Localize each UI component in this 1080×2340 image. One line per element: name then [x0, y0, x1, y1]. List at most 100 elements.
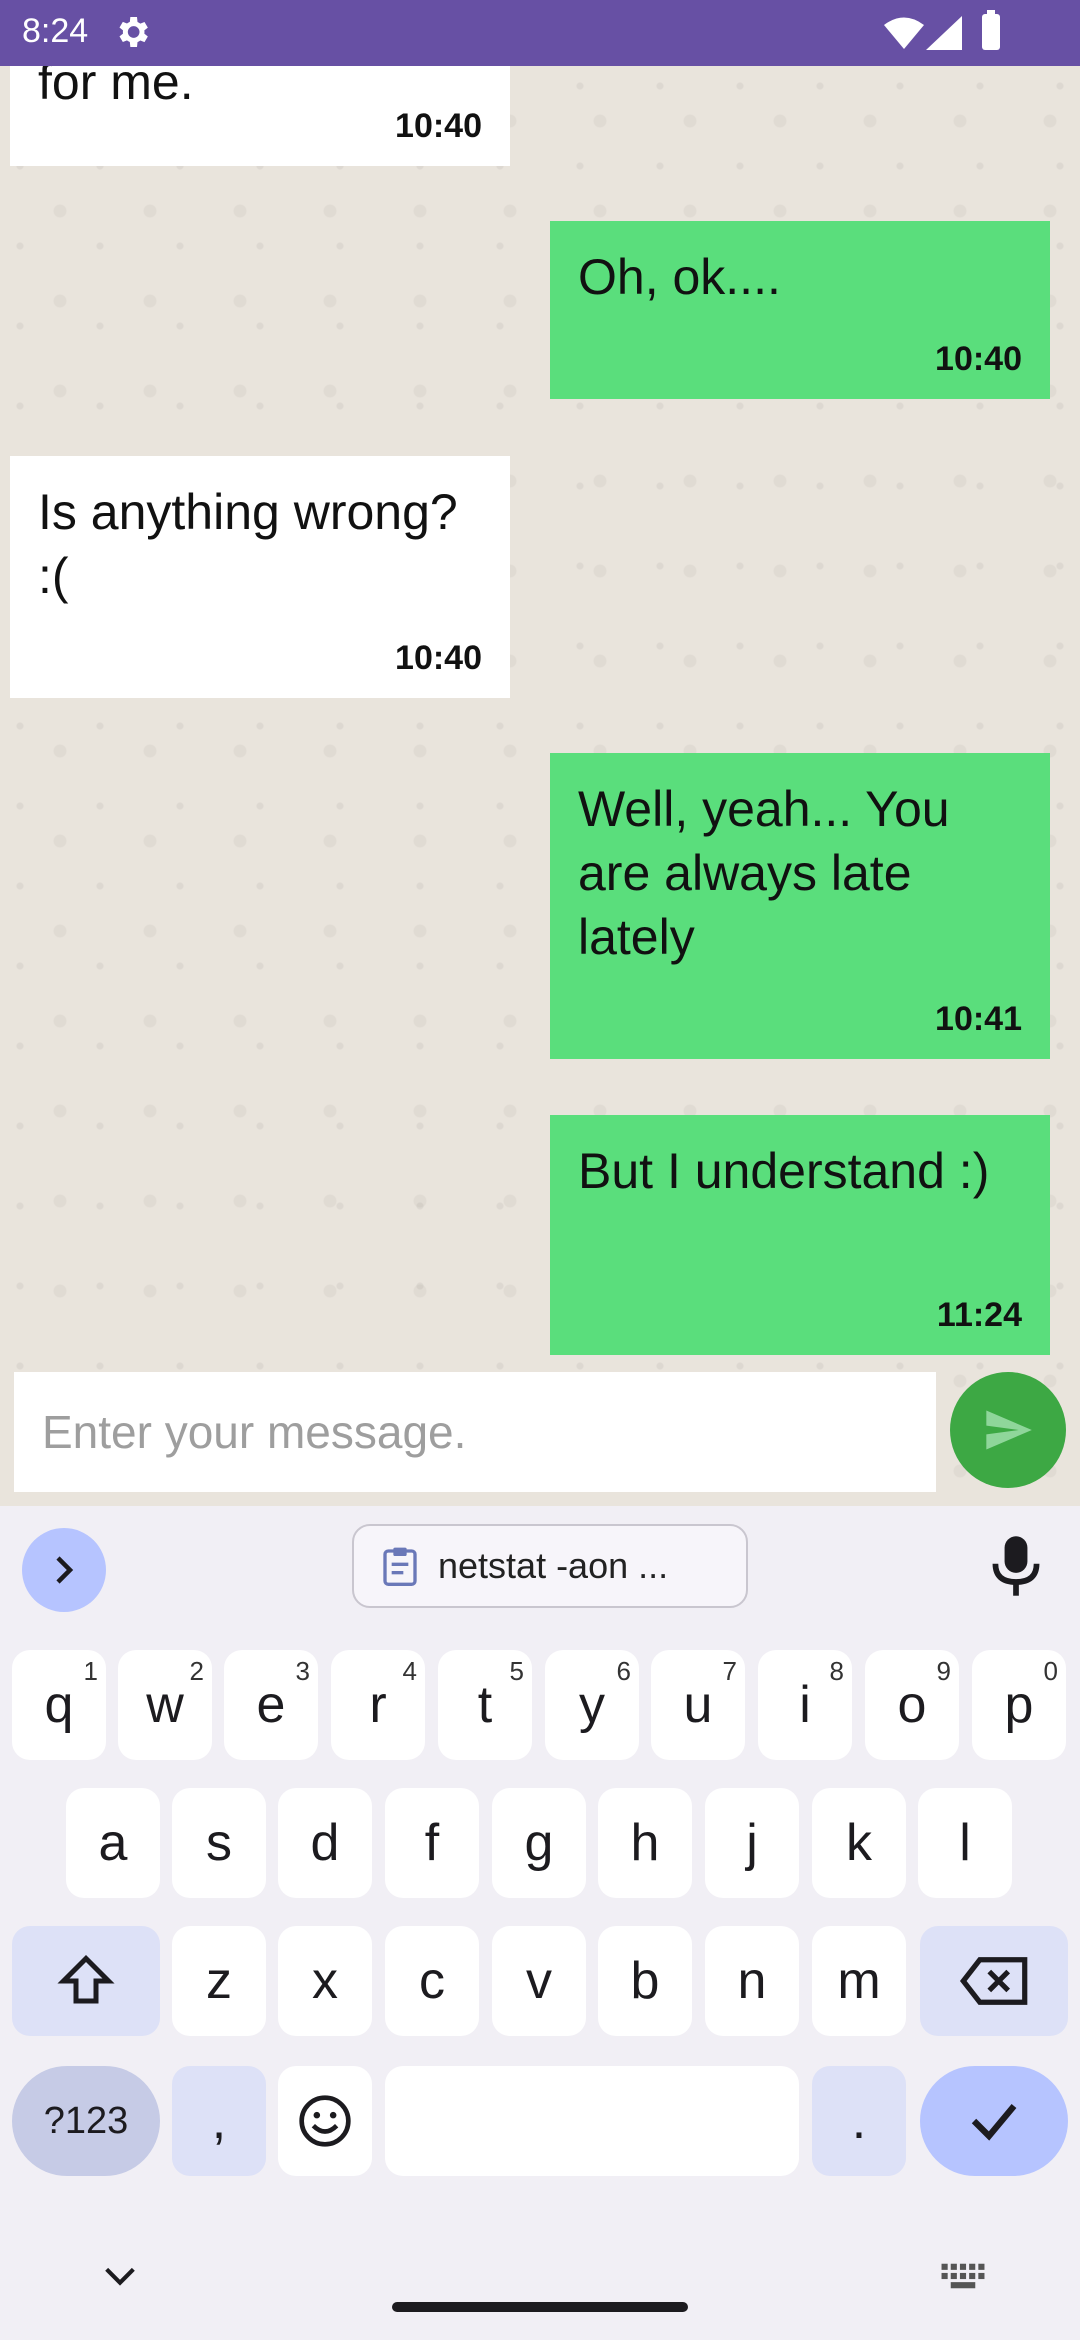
clipboard-suggestion[interactable]: netstat -aon ...: [352, 1524, 748, 1608]
key-label: g: [524, 1814, 554, 1872]
key-f[interactable]: f: [385, 1788, 479, 1898]
key-hint: 5: [509, 1656, 524, 1686]
key-a[interactable]: a: [66, 1788, 160, 1898]
checkmark-icon: [971, 2103, 1017, 2141]
key-k[interactable]: k: [812, 1788, 906, 1898]
microphone-icon[interactable]: [988, 1534, 1044, 1598]
settings-gear-icon: [119, 17, 148, 47]
message-time: 10:40: [395, 639, 482, 677]
period-key[interactable]: .: [812, 2066, 906, 2176]
shift-icon: [57, 1954, 115, 2004]
message-text: Oh, ok....: [578, 249, 781, 305]
key-label: u: [683, 1676, 713, 1734]
key-d[interactable]: d: [278, 1788, 372, 1898]
send-button[interactable]: [950, 1372, 1066, 1488]
key-g[interactable]: g: [492, 1788, 586, 1898]
shift-key[interactable]: [12, 1926, 160, 2036]
key-z[interactable]: z: [172, 1926, 266, 2036]
key-hint: 4: [402, 1656, 417, 1686]
key-h[interactable]: h: [598, 1788, 692, 1898]
composer-bar: [0, 1366, 1080, 1506]
message-input[interactable]: [14, 1372, 936, 1492]
key-label: l: [959, 1814, 971, 1872]
key-s[interactable]: s: [172, 1788, 266, 1898]
key-label: ?123: [43, 2099, 129, 2142]
key-b[interactable]: b: [598, 1926, 692, 2036]
status-time: 8:24: [22, 12, 89, 50]
key-label: y: [579, 1676, 605, 1734]
backspace-icon: [959, 1957, 1028, 2005]
key-hint: 9: [936, 1656, 951, 1686]
toolbar-expand-button[interactable]: [22, 1528, 106, 1612]
key-l[interactable]: l: [918, 1788, 1012, 1898]
key-r[interactable]: r4: [331, 1650, 425, 1760]
key-n[interactable]: n: [705, 1926, 799, 2036]
chat-area[interactable]: for me. 10:40 Oh, ok.... 10:40 Is anythi…: [0, 66, 1080, 1506]
key-label: ,: [211, 2092, 227, 2150]
keyboard: netstat -aon ... q1 w2 e3 r4 t5 y6 u7 i8…: [0, 1506, 1080, 2340]
key-w[interactable]: w2: [118, 1650, 212, 1760]
message-time: 11:24: [936, 1296, 1022, 1334]
message-bubble: But I understand :) 11:24: [550, 1115, 1050, 1355]
emoji-icon: [299, 2095, 351, 2147]
send-icon: [986, 1410, 1032, 1450]
message-bubble: Well, yeah... You are always late lately…: [550, 753, 1050, 1059]
key-m[interactable]: m: [812, 1926, 906, 2036]
key-label: h: [630, 1814, 660, 1872]
key-t[interactable]: t5: [438, 1650, 532, 1760]
keyboard-switch-icon[interactable]: [940, 2262, 986, 2290]
key-q[interactable]: q1: [12, 1650, 106, 1760]
message-time: 10:41: [935, 1000, 1022, 1038]
key-hint: 6: [616, 1656, 631, 1686]
key-i[interactable]: i8: [758, 1650, 852, 1760]
symbols-key[interactable]: ?123: [12, 2066, 160, 2176]
message-bubble: Oh, ok.... 10:40: [550, 221, 1050, 399]
message-text: Well, yeah... You are always late lately: [578, 781, 950, 965]
backspace-key[interactable]: [920, 1926, 1068, 2036]
home-gesture-handle[interactable]: [392, 2302, 688, 2312]
chevron-right-icon: [56, 1556, 74, 1584]
key-y[interactable]: y6: [545, 1650, 639, 1760]
message-time: 10:40: [935, 340, 1022, 378]
key-label: v: [526, 1952, 552, 2010]
key-x[interactable]: x: [278, 1926, 372, 2036]
key-label: b: [630, 1952, 660, 2010]
key-label: r: [369, 1676, 387, 1734]
key-hint: 1: [83, 1656, 98, 1686]
cellular-signal-icon: [926, 16, 962, 50]
key-label: q: [44, 1676, 74, 1734]
key-label: i: [799, 1676, 811, 1734]
key-label: s: [206, 1814, 232, 1872]
battery-icon: [982, 10, 1000, 50]
key-hint: 8: [829, 1656, 844, 1686]
key-v[interactable]: v: [492, 1926, 586, 2036]
emoji-key[interactable]: [278, 2066, 372, 2176]
key-p[interactable]: p0: [972, 1650, 1066, 1760]
key-label: n: [737, 1952, 767, 2010]
keyboard-hide-chevron-icon[interactable]: [100, 2262, 140, 2290]
comma-key[interactable]: ,: [172, 2066, 266, 2176]
space-key[interactable]: [385, 2066, 799, 2176]
enter-key[interactable]: [920, 2066, 1068, 2176]
key-c[interactable]: c: [385, 1926, 479, 2036]
key-label: t: [477, 1676, 493, 1734]
key-label: w: [146, 1676, 184, 1734]
message-text: But I understand :): [578, 1143, 990, 1199]
message-text: Is anything wrong? :(: [38, 484, 458, 604]
key-hint: 3: [295, 1656, 310, 1686]
key-j[interactable]: j: [705, 1788, 799, 1898]
message-time: 10:40: [395, 107, 482, 145]
key-o[interactable]: o9: [865, 1650, 959, 1760]
key-label: p: [1004, 1676, 1034, 1734]
key-label: f: [424, 1814, 440, 1872]
key-e[interactable]: e3: [224, 1650, 318, 1760]
status-bar: 8:24: [0, 0, 1080, 66]
key-label: o: [897, 1676, 927, 1734]
key-label: a: [98, 1814, 128, 1872]
clipboard-icon: [383, 1547, 417, 1586]
key-hint: 7: [722, 1656, 737, 1686]
key-u[interactable]: u7: [651, 1650, 745, 1760]
clipboard-text: netstat -aon ...: [438, 1545, 669, 1586]
key-label: .: [851, 2092, 867, 2150]
wifi-icon: [884, 17, 924, 49]
